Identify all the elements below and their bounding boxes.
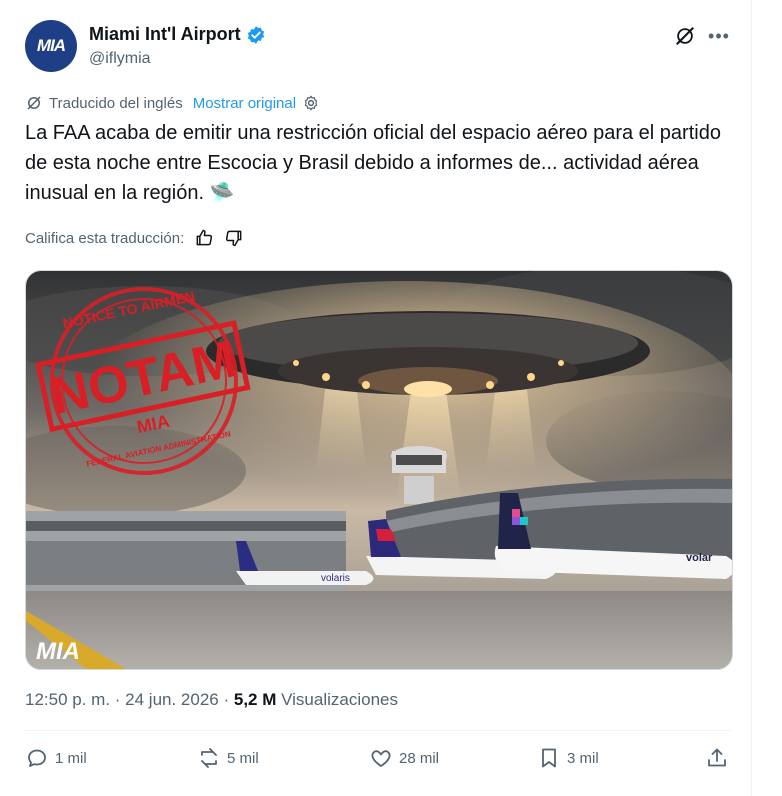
rate-translation-label: Califica esta traducción: [25,229,185,247]
share-icon [708,748,726,767]
repost-icon [201,748,217,768]
timestamp[interactable]: 12:50 p. m. · 24 jun. 2026 · [25,690,234,709]
share-button[interactable] [705,746,729,770]
reply-count: 1 mil [55,749,87,767]
heart-icon [371,750,391,767]
grok-icon[interactable] [673,24,697,48]
bookmark-count: 3 mil [567,749,599,767]
mia-watermark: MIA [36,638,80,665]
views-label: Visualizaciones [276,690,398,709]
avatar[interactable]: MIA [25,20,77,72]
translation-row: Traducido del inglés Mostrar original [25,94,320,112]
more-options-icon[interactable]: ••• [707,24,731,48]
author-name[interactable]: Miami Int'l Airport [89,24,241,45]
action-bar: 1 mil 5 mil 28 mil 3 mil [25,746,735,782]
author-name-row[interactable]: Miami Int'l Airport [89,24,266,45]
tweet-image[interactable]: volaris volar NOTICE TO AIRMEN NOTAM MIA… [25,270,733,670]
reply-button[interactable]: 1 mil [25,746,87,770]
tweet-text: La FAA acaba de emitir una restricción o… [25,122,721,204]
thumbs-up-icon[interactable] [194,228,214,248]
translation-label: Traducido del inglés [49,94,183,112]
tweet-meta: 12:50 p. m. · 24 jun. 2026 · 5,2 M Visua… [25,690,398,710]
views-count: 5,2 M [233,690,277,709]
ufo-airport-illustration: volaris volar NOTICE TO AIRMEN NOTAM MIA… [26,271,732,669]
bookmark-button[interactable]: 3 mil [537,746,599,770]
bookmark-icon [542,748,556,768]
reply-icon [28,749,46,767]
divider [25,730,731,731]
plane-label-2: volar [686,552,713,564]
author-handle[interactable]: @iflymia [89,50,151,68]
tweet-card: MIA Miami Int'l Airport @iflymia ••• Tra… [5,0,752,796]
verified-badge-icon [247,25,264,44]
like-count: 28 mil [399,749,440,767]
grok-translate-icon [27,96,41,110]
like-button[interactable]: 28 mil [369,746,439,770]
plane-label-1: volaris [321,573,350,584]
repost-count: 5 mil [227,749,259,767]
settings-gear-icon[interactable] [302,94,320,112]
avatar-text: MIA [36,36,66,55]
grok-glyph-icon [676,27,694,45]
repost-button[interactable]: 5 mil [197,746,259,770]
thumbs-down-icon[interactable] [224,228,244,248]
rate-translation-row: Califica esta traducción: [25,228,244,248]
show-original-link[interactable]: Mostrar original [193,95,296,112]
